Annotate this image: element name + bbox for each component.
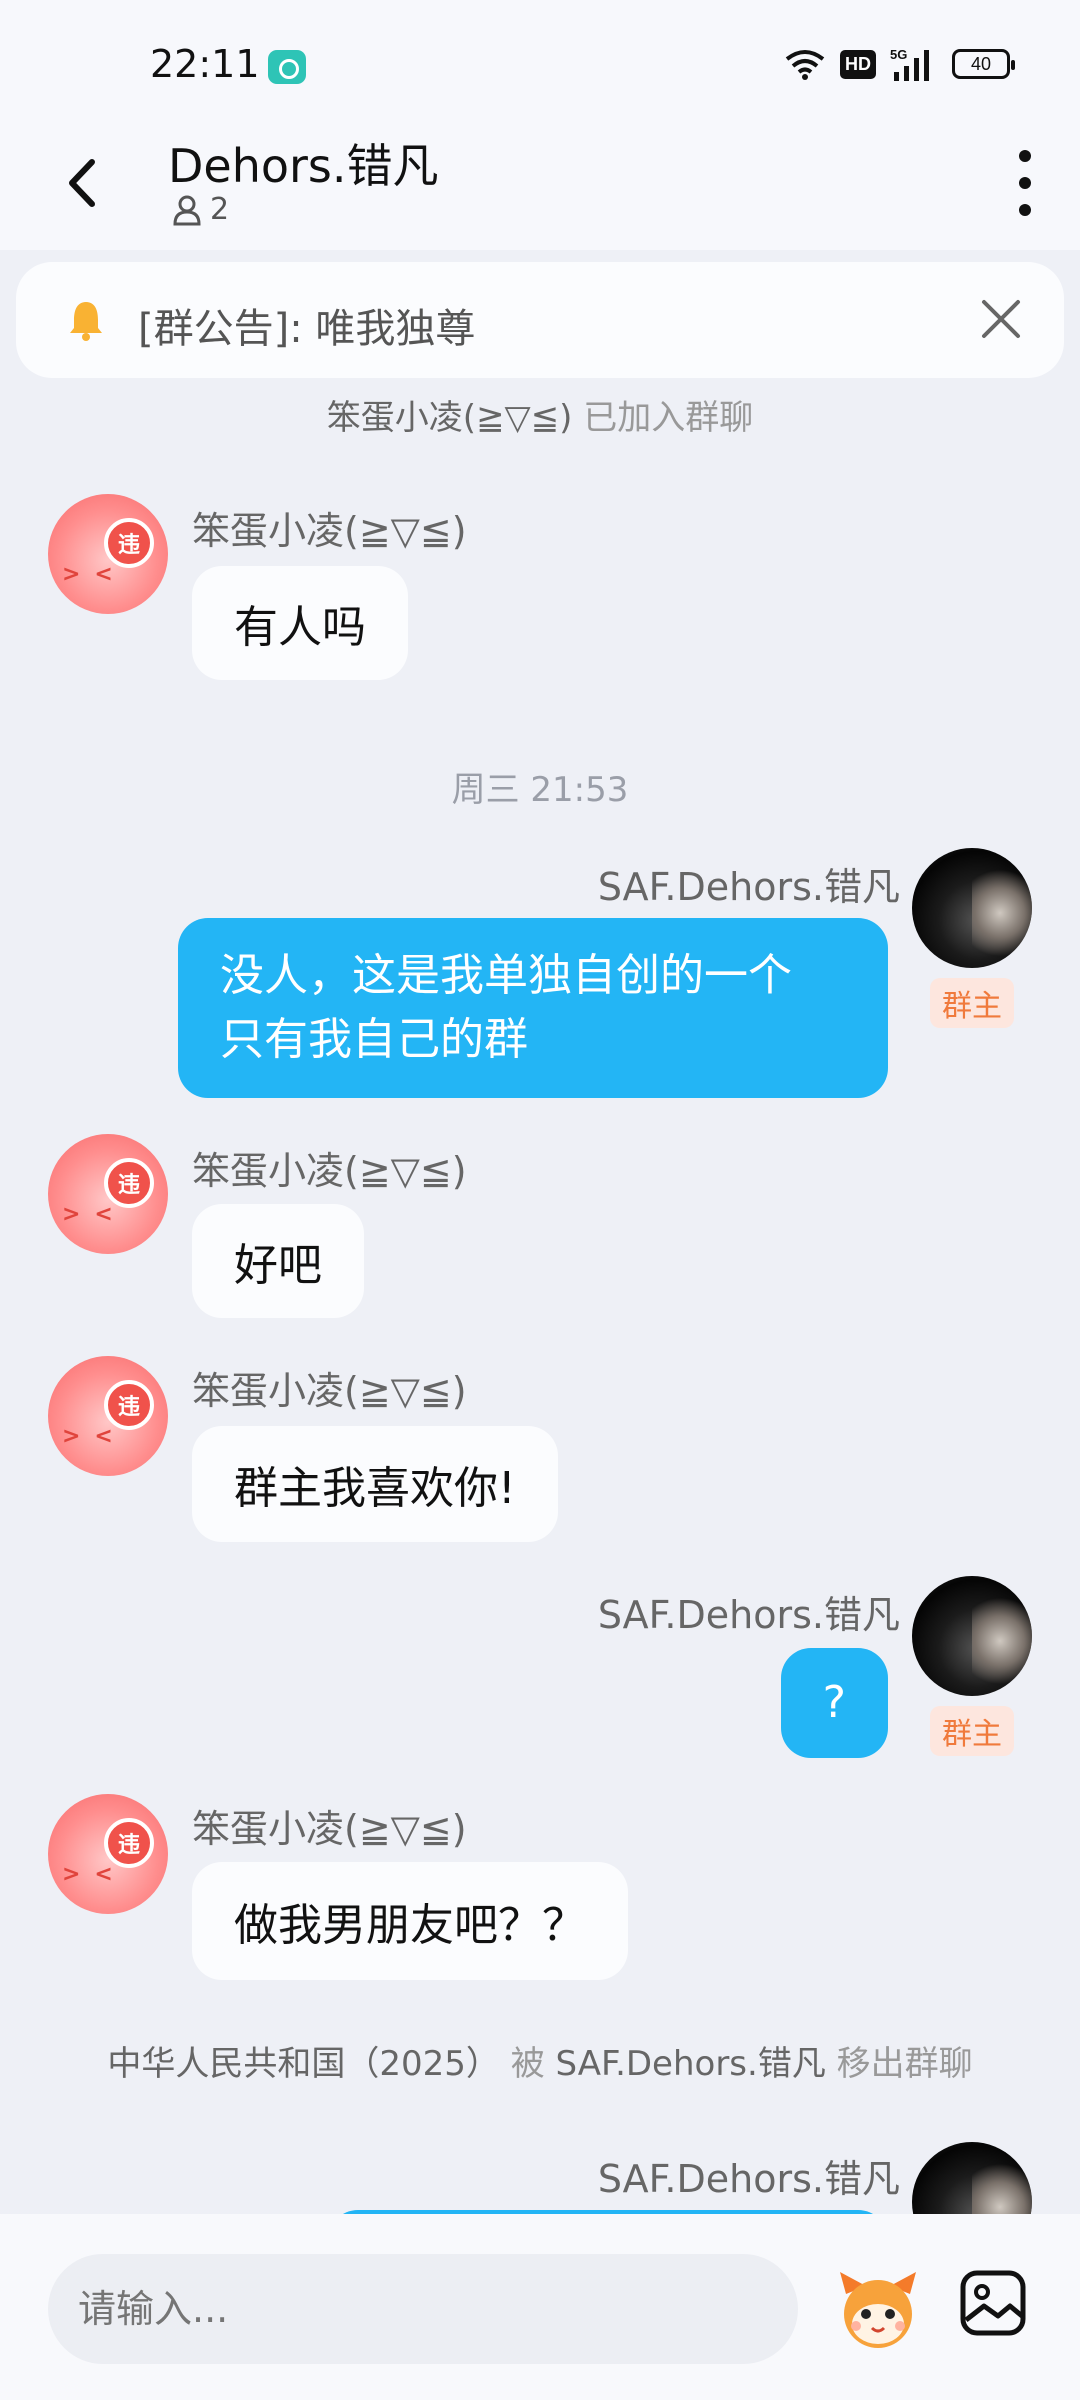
app-notification-icon (268, 50, 306, 84)
avatar[interactable]: >< 违 (48, 1134, 168, 1254)
message-text: 群主我喜欢你! (234, 1463, 516, 1514)
svg-text:5G: 5G (890, 47, 907, 62)
person-icon (173, 195, 201, 225)
avatar[interactable]: >< 违 (48, 494, 168, 614)
message-text: 好吧 (234, 1240, 322, 1291)
emoji-mascot-icon[interactable] (832, 2264, 924, 2356)
chat-header: Dehors.错凡 2 (0, 120, 1080, 250)
message-text-line-1: 没人，这是我单独自创的一个 (220, 950, 792, 1001)
system-kick-action: 移出群聊 (836, 2044, 973, 2084)
avatar[interactable]: >< 违 (48, 1794, 168, 1914)
avatar[interactable] (912, 848, 1032, 968)
timestamp: 周三 21:53 (451, 770, 629, 810)
violation-badge: 违 (104, 1818, 154, 1868)
chat-title: Dehors.错凡 (168, 139, 439, 193)
message-bubble[interactable]: 群主我喜欢你! (192, 1426, 558, 1542)
message-bubble[interactable]: 好吧 (192, 1204, 364, 1318)
back-arrow-icon[interactable] (50, 148, 120, 218)
owner-badge: 群主 (930, 1706, 1014, 1756)
message-bubble[interactable]: 做我男朋友吧？？ (192, 1862, 628, 1980)
message-text: ? (822, 1677, 846, 1728)
message-bubble[interactable]: 没人，这是我单独自创的一个 只有我自己的群 (178, 918, 888, 1098)
sender-name: 笨蛋小凌(≧▽≦) (192, 1369, 467, 1413)
sender-name: SAF.Dehors.错凡 (597, 865, 900, 909)
system-kick-target[interactable]: 中华人民共和国（2025） (107, 2044, 500, 2084)
sender-name: SAF.Dehors.错凡 (597, 2157, 900, 2201)
battery-indicator: 40 (952, 49, 1015, 79)
system-join-name[interactable]: 笨蛋小凌(≧▽≦) (327, 398, 573, 438)
member-count-row[interactable]: 2 (172, 192, 229, 227)
signal-5g-icon: 5G (890, 47, 929, 81)
announcement-text: [群公告]: 唯我独尊 (138, 306, 476, 352)
close-icon[interactable] (976, 294, 1026, 344)
member-count: 2 (210, 192, 230, 227)
status-icons: HD 5G 40 (784, 46, 1015, 82)
group-announcement[interactable]: [群公告]: 唯我独尊 (16, 262, 1064, 378)
message-input[interactable] (48, 2254, 798, 2364)
system-join-message: 笨蛋小凌(≧▽≦) 已加入群聊 (0, 390, 1080, 439)
system-kick-actor[interactable]: SAF.Dehors.错凡 (556, 2044, 826, 2084)
violation-badge: 违 (104, 1158, 154, 1208)
sender-name: 笨蛋小凌(≧▽≦) (192, 1149, 467, 1193)
owner-badge: 群主 (930, 978, 1014, 1028)
wifi-icon (785, 50, 825, 80)
message-bubble[interactable]: ? (780, 1648, 888, 1758)
system-kick-message: 中华人民共和国（2025） 被 SAF.Dehors.错凡 移出群聊 (0, 2036, 1080, 2085)
more-options-icon[interactable] (1000, 150, 1050, 216)
sender-name: SAF.Dehors.错凡 (597, 1593, 900, 1637)
avatar[interactable] (912, 1576, 1032, 1696)
bell-icon (70, 302, 102, 341)
input-bar (0, 2214, 1080, 2400)
image-gallery-icon[interactable] (958, 2268, 1028, 2338)
system-join-action: 已加入群聊 (583, 398, 754, 438)
violation-badge: 违 (104, 1380, 154, 1430)
system-kick-by: 被 (510, 2044, 545, 2084)
sender-name: 笨蛋小凌(≧▽≦) (192, 509, 467, 553)
message-text-line-2: 只有我自己的群 (220, 1014, 528, 1065)
sender-name: 笨蛋小凌(≧▽≦) (192, 1807, 467, 1851)
hd-badge: HD (840, 49, 876, 79)
avatar[interactable]: >< 违 (48, 1356, 168, 1476)
message-text: 做我男朋友吧？？ (234, 1900, 586, 1951)
violation-badge: 违 (104, 518, 154, 568)
status-bar: 22:11 HD 5G 40 (0, 0, 1080, 120)
status-time: 22:11 (150, 42, 260, 86)
message-text: 有人吗 (234, 602, 366, 653)
message-bubble[interactable]: 有人吗 (192, 566, 408, 680)
